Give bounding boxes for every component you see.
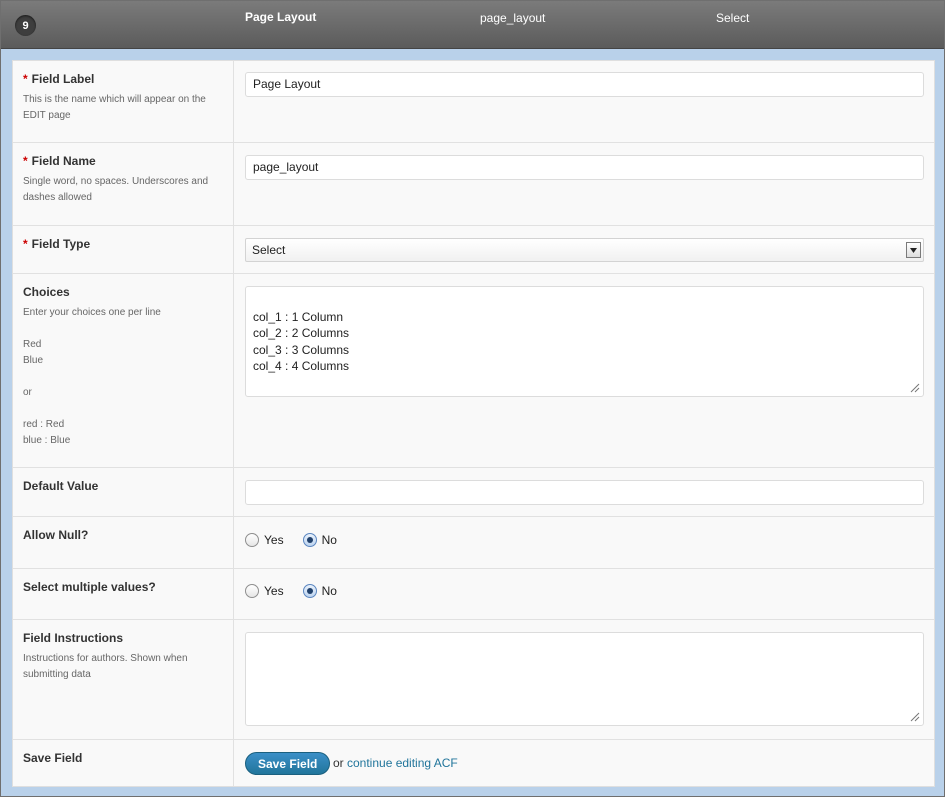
allow-null-no-label: No xyxy=(321,533,337,547)
row-input-cell: Page Layout xyxy=(234,61,934,142)
required-marker: * xyxy=(23,237,28,251)
allow-null-yes-radio[interactable] xyxy=(245,533,259,547)
multiple-yes-radio[interactable] xyxy=(245,584,259,598)
multiple-no-radio[interactable] xyxy=(302,584,317,598)
header-field-type: Select xyxy=(716,11,750,25)
row-save-field: Save Field Save Field or continue editin… xyxy=(13,740,934,786)
allow-null-no-option[interactable]: No xyxy=(302,533,337,547)
allow-null-radio-group: Yes No xyxy=(245,533,356,547)
row-label-cell: Save Field xyxy=(13,740,234,786)
default-value-title: Default Value xyxy=(23,479,99,493)
row-label-cell: Select multiple values? xyxy=(13,569,234,619)
row-input-cell: Select xyxy=(234,226,934,273)
instructions-help: Instructions for authors. Shown when sub… xyxy=(23,653,188,680)
field-editor-frame: 9 Page Layout page_layout Select * Field … xyxy=(0,0,945,797)
save-field-title: Save Field xyxy=(23,751,83,765)
required-marker: * xyxy=(23,154,28,168)
row-label-cell: * Field Type xyxy=(13,226,234,273)
field-settings-panel: * Field Label This is the name which will… xyxy=(12,60,935,787)
row-field-type: * Field Type Select xyxy=(13,226,934,274)
required-marker: * xyxy=(23,72,28,86)
row-field-name: * Field Name Single word, no spaces. Unde… xyxy=(13,143,934,226)
row-choices: Choices Enter your choices one per line … xyxy=(13,274,934,468)
field-type-title-text: Field Type xyxy=(31,237,91,251)
field-name-input[interactable]: page_layout xyxy=(245,155,924,180)
row-field-instructions: Field Instructions Instructions for auth… xyxy=(13,620,934,740)
row-input-cell: Save Field or continue editing ACF xyxy=(234,740,934,786)
field-type-title: * Field Type xyxy=(23,237,223,251)
row-allow-null: Allow Null? Yes No xyxy=(13,517,934,569)
instructions-textarea[interactable] xyxy=(245,632,924,726)
row-label-cell: Default Value xyxy=(13,468,234,516)
instructions-title: Field Instructions xyxy=(23,631,124,645)
row-label-cell: * Field Label This is the name which will… xyxy=(13,61,234,142)
multiple-values-title: Select multiple values? xyxy=(23,580,156,594)
choices-textarea-value: col_1 : 1 Column col_2 : 2 Columns col_3… xyxy=(253,309,350,374)
field-name-help: Single word, no spaces. Underscores and … xyxy=(23,176,209,203)
allow-null-yes-option[interactable]: Yes xyxy=(245,533,284,547)
header-field-label[interactable]: Page Layout xyxy=(245,10,316,24)
field-label-title-text: Field Label xyxy=(31,72,95,86)
row-multiple-values: Select multiple values? Yes No xyxy=(13,569,934,620)
field-header-bar[interactable]: 9 Page Layout page_layout Select xyxy=(1,1,944,49)
resize-grip-icon[interactable] xyxy=(910,712,920,722)
row-input-cell xyxy=(234,468,934,516)
header-field-name: page_layout xyxy=(480,11,546,25)
choices-textarea[interactable]: col_1 : 1 Column col_2 : 2 Columns col_3… xyxy=(245,286,924,397)
row-input-cell: Yes No xyxy=(234,517,934,568)
allow-null-no-radio[interactable] xyxy=(302,533,317,547)
resize-grip-icon[interactable] xyxy=(910,383,920,393)
field-name-title-text: Field Name xyxy=(31,154,96,168)
multiple-yes-label: Yes xyxy=(264,584,284,598)
field-label-input[interactable]: Page Layout xyxy=(245,72,924,97)
field-name-title: * Field Name xyxy=(23,154,223,168)
multiple-values-radio-group: Yes No xyxy=(245,584,356,598)
row-input-cell: col_1 : 1 Column col_2 : 2 Columns col_3… xyxy=(234,274,934,467)
allow-null-title: Allow Null? xyxy=(23,528,89,542)
or-text: or xyxy=(333,756,344,770)
row-default-value: Default Value xyxy=(13,468,934,517)
choices-title: Choices xyxy=(23,285,70,299)
field-label-title: * Field Label xyxy=(23,72,223,86)
row-input-cell: page_layout xyxy=(234,143,934,225)
allow-null-yes-label: Yes xyxy=(264,533,284,547)
row-label-cell: * Field Name Single word, no spaces. Unde… xyxy=(13,143,234,225)
row-input-cell: Yes No xyxy=(234,569,934,619)
save-field-button[interactable]: Save Field xyxy=(245,752,331,775)
default-value-input[interactable] xyxy=(245,480,924,505)
multiple-no-option[interactable]: No xyxy=(302,584,337,598)
row-input-cell xyxy=(234,620,934,739)
chevron-down-icon[interactable] xyxy=(906,242,921,258)
field-type-selected-value: Select xyxy=(252,243,286,257)
field-order-badge: 9 xyxy=(15,15,36,36)
field-type-select[interactable]: Select xyxy=(245,238,924,262)
choices-help: Enter your choices one per line Red Blue… xyxy=(23,307,161,446)
row-label-cell: Allow Null? xyxy=(13,517,234,568)
row-label-cell: Choices Enter your choices one per line … xyxy=(13,274,234,467)
row-field-label: * Field Label This is the name which will… xyxy=(13,61,934,143)
row-label-cell: Field Instructions Instructions for auth… xyxy=(13,620,234,739)
multiple-yes-option[interactable]: Yes xyxy=(245,584,284,598)
field-label-help: This is the name which will appear on th… xyxy=(23,94,206,121)
multiple-no-label: No xyxy=(321,584,337,598)
continue-editing-link[interactable]: continue editing ACF xyxy=(347,756,458,770)
